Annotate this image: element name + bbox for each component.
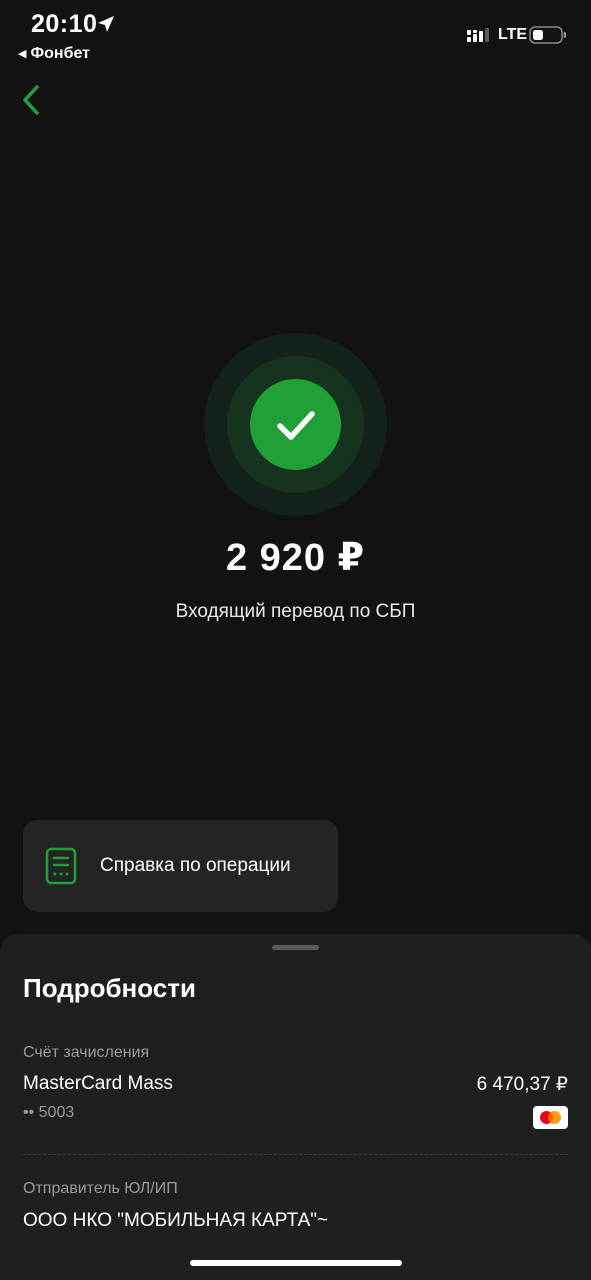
details-divider [23, 1154, 568, 1155]
status-bar: 20:10 ◀ Фонбет LTE [0, 0, 591, 70]
back-chevron-icon[interactable] [18, 82, 48, 120]
details-sheet: Подробности Счёт зачисления MasterCard M… [0, 934, 591, 1280]
checkmark-icon [277, 411, 315, 440]
status-time: 20:10 [31, 10, 98, 38]
transfer-amount: 2 920 ₽ [225, 537, 366, 579]
sheet-grabber[interactable] [272, 945, 319, 950]
location-arrow-icon [98, 16, 114, 32]
home-indicator[interactable] [190, 1260, 402, 1266]
operation-reference-label: Справка по операции [100, 855, 291, 876]
transfer-description: Входящий перевод по СБП [175, 601, 416, 622]
back-to-app-link[interactable]: ◀ Фонбет [18, 45, 90, 63]
mastercard-icon [533, 1106, 568, 1129]
account-caption: Счёт зачисления [23, 1044, 150, 1061]
back-app-label: Фонбет [30, 45, 90, 62]
back-triangle-icon: ◀ [18, 48, 27, 60]
operation-reference-button[interactable]: Справка по операции [23, 820, 338, 912]
account-number: •• 5003 [23, 1104, 75, 1121]
network-type: LTE [498, 26, 528, 43]
cellular-signal-icon [467, 28, 489, 42]
document-icon [45, 847, 77, 885]
sender-name: ООО НКО "МОБИЛЬНАЯ КАРТА"~ [23, 1210, 329, 1231]
details-title: Подробности [23, 973, 196, 1003]
battery-icon [529, 26, 566, 44]
account-name: MasterCard Mass [23, 1073, 173, 1094]
sender-caption: Отправитель ЮЛ/ИП [23, 1180, 178, 1197]
account-balance: 6 470,37 ₽ [476, 1074, 568, 1095]
